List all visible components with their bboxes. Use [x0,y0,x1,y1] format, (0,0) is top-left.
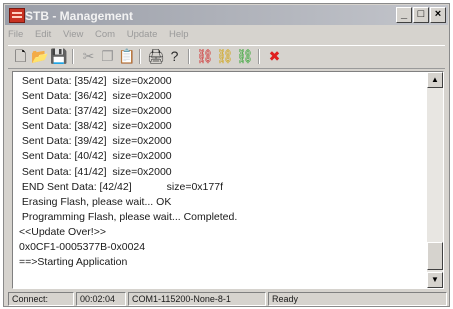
menu-help[interactable]: Help [169,27,189,43]
copy-icon[interactable]: ❐ [99,48,116,65]
log-line: Sent Data: [40/42] size=0x2000 [19,150,172,163]
window-controls: _ □ × [395,7,446,23]
menu-update[interactable]: Update [127,27,158,43]
log-line: Sent Data: [38/42] size=0x2000 [19,120,172,133]
menu-bar: File Edit View Com Update Help [8,27,198,43]
log-line: ==>Starting Application [19,256,128,269]
window-title: STB - Management [25,9,134,23]
log-lines: Sent Data: [35/42] size=0x2000 Sent Data… [19,74,427,270]
help-icon[interactable]: ? [166,48,183,65]
vertical-scrollbar[interactable]: ▲ ▼ [427,72,443,288]
close-button[interactable]: × [430,7,446,23]
menu-com[interactable]: Com [95,27,115,43]
log-line: Erasing Flash, please wait... OK [19,195,172,208]
log-line: Sent Data: [39/42] size=0x2000 [19,135,172,148]
status-port-settings: COM1-115200-None-8-1 [128,292,266,306]
print-icon[interactable]: 🖨 [147,48,165,65]
title-bar[interactable]: STB - Management _ □ × [5,5,448,25]
status-bar: Connect: 00:02:04 COM1-115200-None-8-1 R… [8,292,447,306]
log-line: <<Update Over!>> [19,225,106,238]
scroll-thumb[interactable] [427,242,443,270]
status-connect-label: Connect: [8,292,74,306]
app-icon[interactable] [9,8,25,23]
log-line: Sent Data: [35/42] size=0x2000 [19,75,172,87]
connect-green-icon[interactable]: ⛓ [236,48,254,65]
status-elapsed-time: 00:02:04 [76,292,126,306]
log-line: Sent Data: [41/42] size=0x2000 [19,165,172,178]
scroll-up-arrow-icon[interactable]: ▲ [427,72,443,88]
toolbar: 🗋 📂 💾 ✂ ❐ 📋 🖨 ? ⛓ ⛓ ⛓ ✖ [8,45,445,69]
toolbar-separator [139,49,141,64]
log-line: 0x0CF1-0005377B-0x0024 [19,241,146,254]
open-folder-icon[interactable]: 📂 [31,48,48,65]
log-line: END Sent Data: [42/42] size=0x177f [19,180,223,193]
new-document-icon[interactable]: 🗋 [12,48,29,65]
menu-edit[interactable]: Edit [35,27,51,43]
menu-view[interactable]: View [63,27,83,43]
toolbar-separator [72,49,74,64]
scroll-down-arrow-icon[interactable]: ▼ [427,272,443,288]
connect-yellow-icon[interactable]: ⛓ [216,48,234,65]
connect-red-icon[interactable]: ⛓ [196,48,214,65]
save-disk-icon[interactable]: 💾 [50,48,67,65]
log-output[interactable]: Sent Data: [35/42] size=0x2000 Sent Data… [12,71,444,289]
log-line: Programming Flash, please wait... Comple… [19,210,238,223]
toolbar-separator [188,49,190,64]
status-state: Ready [268,292,447,306]
minimize-button[interactable]: _ [396,7,412,23]
application-window: STB - Management _ □ × File Edit View Com … [3,3,450,307]
maximize-button[interactable]: □ [413,7,429,23]
paste-icon[interactable]: 📋 [118,48,135,65]
stop-x-icon[interactable]: ✖ [266,48,283,65]
log-line: Sent Data: [37/42] size=0x2000 [19,105,172,118]
menu-file[interactable]: File [8,27,23,43]
cut-icon[interactable]: ✂ [80,48,97,65]
toolbar-separator [258,49,260,64]
log-line: Sent Data: [36/42] size=0x2000 [19,90,172,103]
